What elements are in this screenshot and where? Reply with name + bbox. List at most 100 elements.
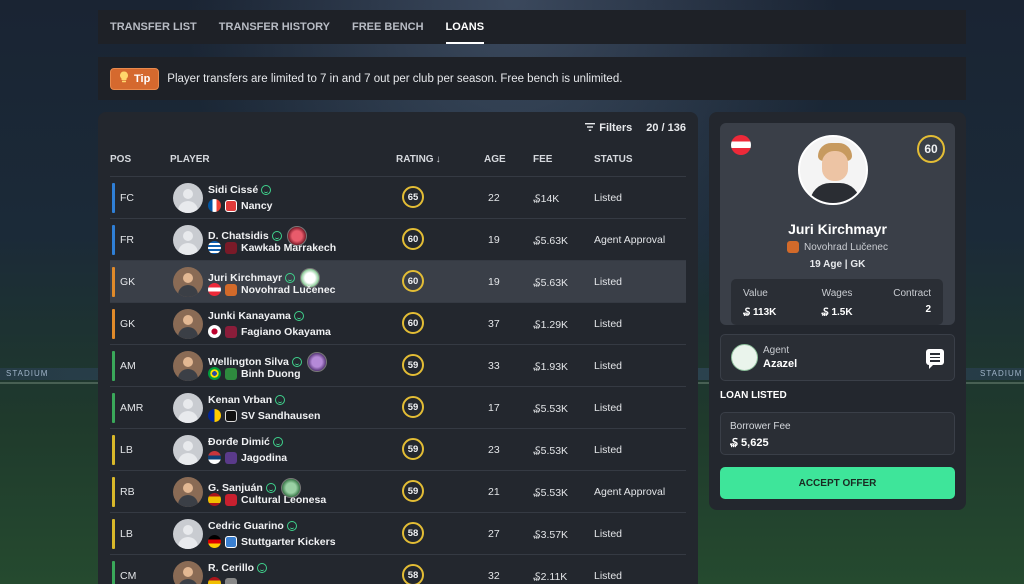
player-name: Kenan Vrban <box>208 394 286 406</box>
rating-badge: 65 <box>402 186 424 208</box>
club-crest-icon <box>225 241 237 254</box>
club-crest-icon <box>225 451 237 464</box>
stadium-sign-left: STADIUM <box>6 369 49 378</box>
player-name: R. Cerillo <box>208 562 268 574</box>
table-row[interactable]: AMR Kenan Vrban SV Sandhausen 59 17 ₷5.5… <box>110 386 686 428</box>
row-pos: GK <box>120 318 136 330</box>
col-status[interactable]: STATUS <box>594 154 633 165</box>
player-detail-panel: 60 Juri Kirchmayr Novohrad Lučenec 19 Ag… <box>709 112 966 510</box>
serbia-flag-icon <box>208 451 221 464</box>
bosnia-flag-icon <box>208 409 221 422</box>
col-fee[interactable]: FEE <box>533 154 552 165</box>
happy-face-icon <box>271 231 282 241</box>
austria-flag-icon <box>208 283 221 296</box>
avatar <box>173 309 203 339</box>
table-header: POS PLAYER RATING ↓ AGE FEE STATUS <box>110 150 686 176</box>
tip-banner: Tip Player transfers are limited to 7 in… <box>98 57 966 100</box>
row-pos: AMR <box>120 402 144 414</box>
position-color-bar <box>112 351 115 381</box>
club-name: Nancy <box>241 199 273 212</box>
position-color-bar <box>112 561 115 584</box>
accept-offer-button[interactable]: ACCEPT OFFER <box>720 467 955 499</box>
table-row[interactable]: LB Cedric Guarino Stuttgarter Kickers 58… <box>110 512 686 554</box>
happy-face-icon <box>261 185 272 195</box>
table-row[interactable]: FR D. Chatsidis Kawkab Marrakech 60 19 ₷… <box>110 218 686 260</box>
player-name: Juri Kirchmayr <box>788 221 887 237</box>
loans-table-panel: Filters 20 / 136 POS PLAYER RATING ↓ AGE … <box>98 112 698 584</box>
austria-flag-icon <box>731 135 751 155</box>
club-crest-icon <box>225 283 237 296</box>
club-crest-icon <box>225 493 237 506</box>
rating-badge: 59 <box>402 480 424 502</box>
club-line: Fagiano Okayama <box>208 325 331 338</box>
row-age: 21 <box>488 486 500 498</box>
row-pos: LB <box>120 528 133 540</box>
position-color-bar <box>112 267 115 297</box>
stadium-sign-right: STADIUM <box>980 369 1023 378</box>
filters-button[interactable]: Filters <box>585 122 632 134</box>
tab-transfer-list[interactable]: TRANSFER LIST <box>110 10 197 44</box>
brazil-flag-icon <box>208 367 221 380</box>
col-player[interactable]: PLAYER <box>170 154 210 165</box>
greece-flag-icon <box>208 241 221 254</box>
club-crest-icon <box>225 409 237 422</box>
club-name: Novohrad Lučenec <box>241 283 336 296</box>
stat-wages-label: Wages <box>821 288 853 299</box>
sort-down-icon: ↓ <box>435 154 441 165</box>
player-name-text: Junki Kanayama <box>208 310 291 322</box>
rating-badge: 58 <box>402 564 424 584</box>
table-row[interactable]: RB G. Sanjuán Cultural Leonesa 59 21 ₷5.… <box>110 470 686 512</box>
age-position: 19 Age | GK <box>809 259 866 270</box>
col-rating[interactable]: RATING ↓ <box>396 154 441 165</box>
avatar <box>173 351 203 381</box>
table-row[interactable]: CM R. Cerillo 58 32 ₷2.11K Listed <box>110 554 686 584</box>
borrower-fee-label: Borrower Fee <box>730 421 791 432</box>
agent-label: Agent <box>763 345 790 356</box>
agent-avatar <box>731 344 758 371</box>
row-fee: ₷5.53K <box>533 403 569 415</box>
tab-loans[interactable]: LOANS <box>445 10 484 44</box>
germany-flag-icon <box>208 535 221 548</box>
player-name: Đorđe Dimić <box>208 436 283 448</box>
agent-card: Agent Azazel <box>720 334 955 381</box>
player-name-text: Đorđe Dimić <box>208 436 270 448</box>
row-fee: ₷5.63K <box>533 235 569 247</box>
player-stats: Value ₷ 113K Wages ₷ 1.5K Contract 2 <box>731 279 943 325</box>
table-row[interactable]: FC Sidi Cissé Nancy 65 22 ₷14K Listed <box>110 176 686 218</box>
chat-icon[interactable] <box>926 349 944 369</box>
player-name: Sidi Cissé <box>208 184 272 196</box>
rating-badge: 60 <box>917 135 945 163</box>
table-row[interactable]: AM Wellington Silva Binh Duong 59 33 ₷1.… <box>110 344 686 386</box>
row-age: 33 <box>488 360 500 372</box>
row-pos: AM <box>120 360 136 372</box>
loan-listed-title: LOAN LISTED <box>720 390 787 401</box>
table-row[interactable]: GK Junki Kanayama Fagiano Okayama 60 37 … <box>110 302 686 344</box>
club-crest-icon <box>225 325 237 338</box>
club-name: Stuttgarter Kickers <box>241 535 336 548</box>
borrower-fee-box: Borrower Fee ₷ 5,625 <box>720 412 955 455</box>
avatar <box>173 225 203 255</box>
row-age: 22 <box>488 192 500 204</box>
club-name: Cultural Leonesa <box>241 493 327 506</box>
club-crest-icon <box>225 535 237 548</box>
table-row[interactable]: LB Đorđe Dimić Jagodina 59 23 ₷5.53K Lis… <box>110 428 686 470</box>
avatar <box>173 267 203 297</box>
row-pos: CM <box>120 570 137 582</box>
row-fee: ₷5.53K <box>533 445 569 457</box>
tab-free-bench[interactable]: FREE BENCH <box>352 10 424 44</box>
parent-club-icon <box>306 352 327 372</box>
col-pos[interactable]: POS <box>110 154 131 165</box>
club-crest-icon <box>225 577 237 584</box>
row-pos: FC <box>120 192 134 204</box>
row-status: Listed <box>594 318 623 330</box>
tab-transfer-history[interactable]: TRANSFER HISTORY <box>219 10 330 44</box>
row-status: Listed <box>594 444 623 456</box>
france-flag-icon <box>208 199 221 212</box>
col-age[interactable]: AGE <box>484 154 506 165</box>
row-status: Listed <box>594 402 623 414</box>
row-status: Agent Approval <box>594 234 666 246</box>
table-row-selected[interactable]: GK Juri Kirchmayr Novohrad Lučenec 60 19… <box>110 260 686 302</box>
rating-badge: 59 <box>402 438 424 460</box>
position-color-bar <box>112 225 115 255</box>
tip-text: Player transfers are limited to 7 in and… <box>167 72 623 85</box>
